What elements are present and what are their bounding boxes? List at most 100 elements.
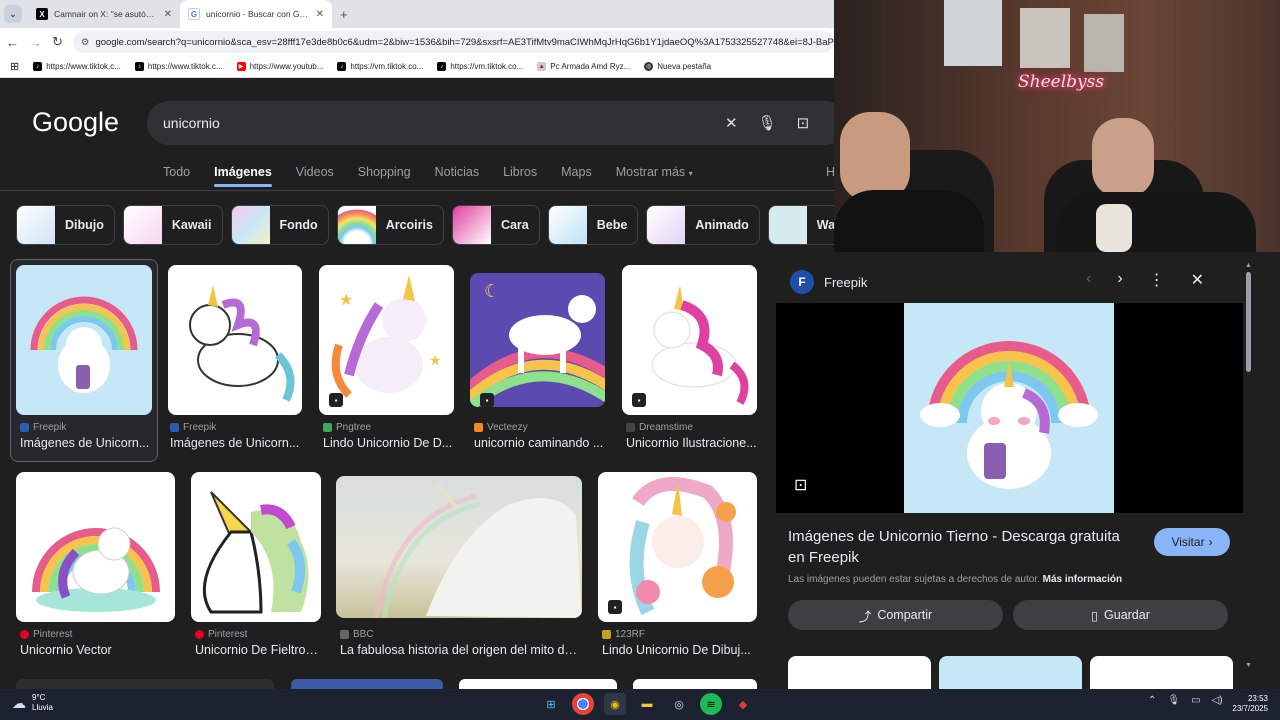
forward-icon[interactable]: → xyxy=(29,35,42,50)
bookmark-item[interactable]: ♪ https://vm.tiktok.co... xyxy=(337,62,423,71)
bookmark-item[interactable]: ♪ https://www.tiktok.c... xyxy=(33,62,121,71)
chrome-icon[interactable] xyxy=(572,693,594,715)
result-caption[interactable]: unicornio caminando ... xyxy=(474,436,606,450)
apps-icon[interactable]: ⊞ xyxy=(10,60,19,73)
related-image[interactable] xyxy=(788,656,931,689)
result-caption[interactable]: Unicornio De Fieltro ... xyxy=(195,643,319,657)
new-tab-button[interactable]: + xyxy=(340,7,348,22)
bookmark-item[interactable]: ▶ https://www.youtub... xyxy=(236,62,323,71)
chip-cara[interactable]: Cara xyxy=(451,205,540,245)
search-input[interactable]: unicornio xyxy=(163,115,220,131)
scrollbar-thumb[interactable] xyxy=(1246,272,1251,372)
scroll-down-icon[interactable]: ▼ xyxy=(1245,662,1252,669)
reload-icon[interactable]: ↻ xyxy=(52,34,63,50)
bookmark-item[interactable]: ▲ Pc Armada Amd Ryz... xyxy=(537,62,630,71)
visit-button[interactable]: Visitar › xyxy=(1154,528,1230,556)
result-caption[interactable]: Lindo Unicornio De D... xyxy=(323,436,455,450)
chip-animado[interactable]: Animado xyxy=(646,205,760,245)
tab-libros[interactable]: Libros xyxy=(503,165,537,187)
tools-button-partial[interactable]: H xyxy=(826,165,834,179)
tab-x[interactable]: X Camnair on X: "se asutó? https: ✕ xyxy=(28,0,180,28)
obs-icon[interactable]: ◎ xyxy=(668,693,690,715)
search-box[interactable]: unicornio ✕ 🎙 ⊡ xyxy=(147,101,834,145)
source-label: Freepik xyxy=(33,422,67,433)
volume-icon[interactable]: ◁) xyxy=(1212,695,1223,706)
tab-google[interactable]: G unicornio - Buscar con Google ✕ xyxy=(180,0,332,28)
result-caption[interactable]: Unicornio Vector xyxy=(20,643,170,657)
tab-search-button[interactable]: ⌄ xyxy=(4,5,22,23)
visit-label: Visitar xyxy=(1171,535,1205,549)
more-info-link[interactable]: Más información xyxy=(1043,574,1122,585)
bookmark-item[interactable]: ♪ https://www.tiktok.c... xyxy=(134,62,223,71)
chip-dibujo[interactable]: Dibujo xyxy=(16,205,115,245)
result-caption[interactable]: Imágenes de Unicorn... xyxy=(20,436,150,450)
chip-kawaii[interactable]: Kawaii xyxy=(122,205,223,245)
tab-mostrar-mas[interactable]: Mostrar más ▾ xyxy=(616,165,693,187)
preview-title[interactable]: Imágenes de Unicornio Tierno - Descarga … xyxy=(788,526,1138,568)
tab-todo[interactable]: Todo xyxy=(163,165,190,187)
tab-imagenes[interactable]: Imágenes xyxy=(214,165,272,187)
related-image[interactable] xyxy=(939,656,1082,689)
chip-wallpaper[interactable]: Wallpa xyxy=(767,205,834,245)
bookmark-item[interactable]: ♪ https://vm.tiktok.co... xyxy=(437,62,523,71)
more-options-icon[interactable]: ⋮ xyxy=(1149,270,1165,290)
share-button[interactable]: ⤴ Compartir xyxy=(788,600,1003,630)
chevron-up-icon[interactable]: ⌃ xyxy=(1148,695,1156,706)
clear-icon[interactable]: ✕ xyxy=(725,114,738,132)
preview-image[interactable] xyxy=(904,303,1114,513)
divider xyxy=(0,190,834,191)
tiktok-icon: ♪ xyxy=(134,62,144,71)
result-caption[interactable]: Unicornio Ilustracione... xyxy=(626,436,758,450)
image-result-partial[interactable] xyxy=(16,679,274,689)
tab-videos[interactable]: Videos xyxy=(296,165,334,187)
weather-widget[interactable]: ☁ 9°C Lluvia xyxy=(12,693,53,713)
close-tab-icon[interactable]: ✕ xyxy=(164,9,172,20)
bookmark-item[interactable]: ◎ Nueva pestaña xyxy=(644,62,711,71)
lens-search-icon[interactable]: ⊡ xyxy=(794,475,807,495)
chip-fondo[interactable]: Fondo xyxy=(230,205,329,245)
result-caption[interactable]: La fabulosa historia del origen del mito… xyxy=(340,643,582,657)
image-result-partial[interactable] xyxy=(633,679,757,689)
image-result-partial[interactable] xyxy=(459,679,617,689)
chip-label: Kawaii xyxy=(171,218,212,232)
image-result-partial[interactable] xyxy=(291,679,443,689)
related-image[interactable] xyxy=(1090,656,1233,689)
result-source: Freepik xyxy=(170,422,216,433)
globe-icon: ◎ xyxy=(644,62,654,71)
next-icon[interactable]: › xyxy=(1117,270,1122,290)
previous-icon[interactable]: ‹ xyxy=(1086,270,1091,290)
scroll-up-icon[interactable]: ▲ xyxy=(1245,262,1252,269)
save-button[interactable]: ▯ Guardar xyxy=(1013,600,1228,630)
spotify-icon[interactable]: ≋ xyxy=(700,693,722,715)
tab-maps[interactable]: Maps xyxy=(561,165,592,187)
person xyxy=(840,112,910,202)
url-field[interactable]: ⚙ google.com/search?q=unicornio&sca_esv=… xyxy=(72,31,834,53)
result-caption[interactable]: Imágenes de Unicorn... xyxy=(170,436,302,450)
chip-bebe[interactable]: Bebe xyxy=(547,205,639,245)
panel-scrollbar[interactable]: ▲ ▼ xyxy=(1244,262,1254,672)
microphone-tray-icon[interactable]: 🎙 xyxy=(1167,695,1180,706)
back-icon[interactable]: ← xyxy=(6,35,19,50)
tab-noticias[interactable]: Noticias xyxy=(435,165,479,187)
microphone-icon[interactable]: 🎙 xyxy=(758,114,777,132)
result-image xyxy=(16,472,175,622)
lens-icon[interactable]: ⊡ xyxy=(797,114,810,132)
bookmark-label: https://vm.tiktok.co... xyxy=(450,62,524,71)
chrome-active-icon[interactable]: ◉ xyxy=(604,693,626,715)
file-explorer-icon[interactable]: ▬ xyxy=(636,693,658,715)
app-icon[interactable]: ◆ xyxy=(732,693,754,715)
clock-time: 23:53 xyxy=(1247,694,1268,703)
result-caption[interactable]: Lindo Unicornio De Dibuj... xyxy=(602,643,752,657)
panel-source[interactable]: F Freepik xyxy=(790,270,867,294)
freepik-icon xyxy=(20,423,29,432)
tab-label: Mostrar más xyxy=(615,165,686,179)
close-tab-icon[interactable]: ✕ xyxy=(316,9,324,20)
clock[interactable]: 23:53 23/7/2025 xyxy=(1228,694,1268,714)
site-info-icon[interactable]: ⚙ xyxy=(81,37,90,48)
start-icon[interactable]: ⊞ xyxy=(540,693,562,715)
tab-shopping[interactable]: Shopping xyxy=(358,165,411,187)
network-icon[interactable]: ▭ xyxy=(1191,695,1200,706)
close-icon[interactable]: ✕ xyxy=(1191,270,1204,290)
chip-arcoiris[interactable]: Arcoiris xyxy=(336,205,444,245)
google-logo[interactable]: Google xyxy=(32,107,119,138)
